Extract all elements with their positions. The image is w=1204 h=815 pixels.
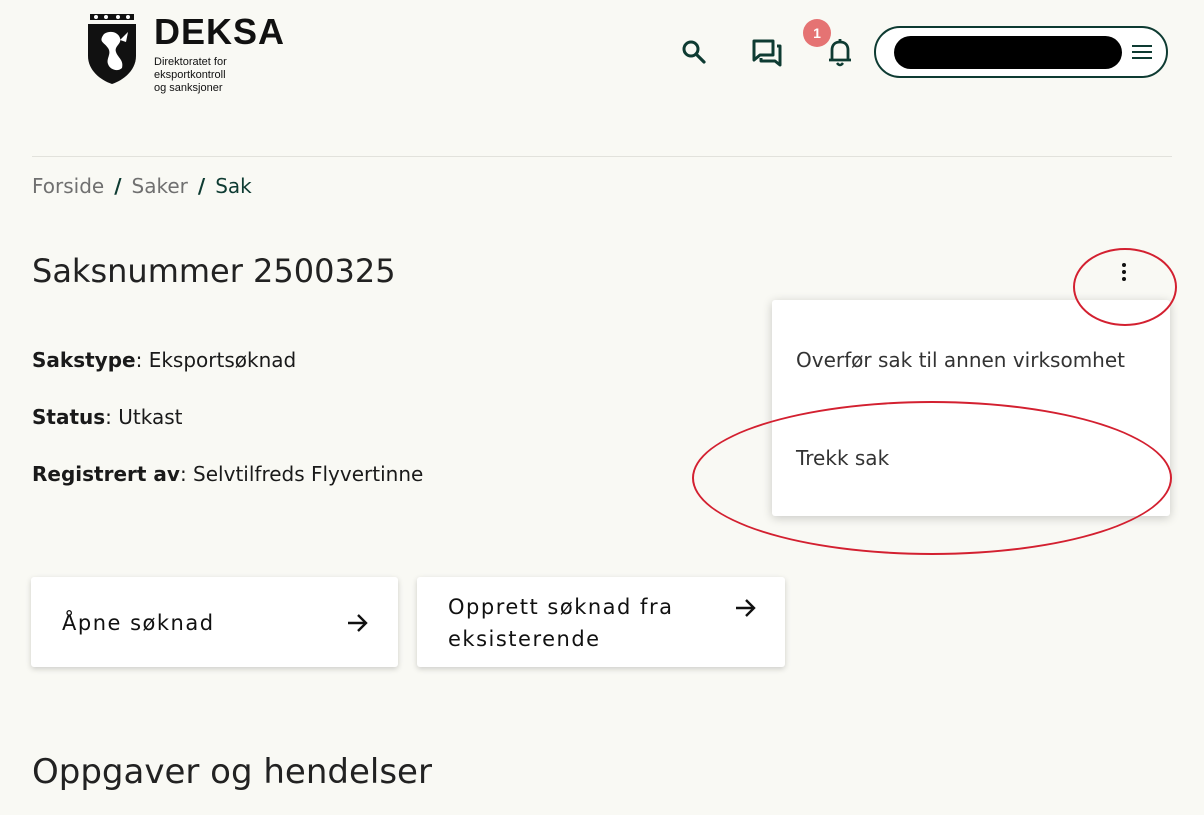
registered-by-value: : Selvtilfreds Flyvertinne xyxy=(179,462,424,486)
breadcrumb: Forside / Saker / Sak xyxy=(32,174,252,198)
user-menu-button[interactable] xyxy=(874,26,1168,78)
tasks-section-title: Oppgaver og hendelser xyxy=(32,752,432,792)
arrow-right-icon xyxy=(348,614,368,632)
messages-button[interactable] xyxy=(751,36,783,68)
registered-by-row: Registrert av: Selvtilfreds Flyvertinne xyxy=(32,462,423,486)
breadcrumb-separator: / xyxy=(197,174,206,198)
create-from-existing-label: Opprett søknad fra eksisterende xyxy=(448,591,673,655)
deksa-logo[interactable]: DEKSA Direktoratet for eksportkontroll o… xyxy=(84,12,285,95)
messages-icon xyxy=(752,39,782,67)
case-status-row: Status: Utkast xyxy=(32,405,183,429)
coat-of-arms-icon xyxy=(88,14,136,84)
search-icon xyxy=(682,40,706,64)
bell-icon xyxy=(829,39,851,67)
create-from-existing-button[interactable]: Opprett søknad fra eksisterende xyxy=(417,577,785,667)
logo-subtitle: Direktoratet for eksportkontroll og sank… xyxy=(154,56,285,95)
case-type-label: Sakstype xyxy=(32,348,136,372)
header-divider xyxy=(32,156,1172,157)
menu-icon xyxy=(1132,45,1152,59)
create-from-existing-line: Opprett søknad fra xyxy=(448,595,674,619)
notifications-button[interactable] xyxy=(824,36,856,68)
more-options-button[interactable] xyxy=(1110,258,1138,286)
case-actions-menu: Overfør sak til annen virksomhet Trekk s… xyxy=(772,300,1170,516)
breadcrumb-separator: / xyxy=(114,174,122,198)
page-title: Saksnummer 2500325 xyxy=(32,252,396,290)
open-application-label: Åpne søknad xyxy=(62,611,215,635)
arrow-right-icon xyxy=(736,599,756,617)
case-type-row: Sakstype: Eksportsøknad xyxy=(32,348,296,372)
case-status-value: : Utkast xyxy=(105,405,183,429)
notification-count-badge: 1 xyxy=(803,19,831,47)
search-button[interactable] xyxy=(678,36,710,68)
create-from-existing-line: eksisterende xyxy=(448,627,601,651)
user-name-redacted xyxy=(894,36,1122,69)
breadcrumb-forside[interactable]: Forside xyxy=(32,174,104,198)
breadcrumb-sak: Sak xyxy=(215,174,252,198)
case-status-label: Status xyxy=(32,405,106,429)
breadcrumb-saker[interactable]: Saker xyxy=(132,174,188,198)
case-type-value: : Eksportsøknad xyxy=(135,348,297,372)
menu-item-withdraw-case[interactable]: Trekk sak xyxy=(796,446,889,470)
logo-subtitle-line: eksportkontroll xyxy=(154,69,226,81)
logo-subtitle-line: Direktoratet for xyxy=(154,56,227,68)
menu-item-transfer-case[interactable]: Overfør sak til annen virksomhet xyxy=(796,348,1125,372)
logo-subtitle-line: og sanksjoner xyxy=(154,82,223,94)
page: DEKSA Direktoratet for eksportkontroll o… xyxy=(0,0,1204,815)
logo-name: DEKSA xyxy=(154,11,286,52)
open-application-button[interactable]: Åpne søknad xyxy=(31,577,398,667)
registered-by-label: Registrert av xyxy=(32,462,180,486)
